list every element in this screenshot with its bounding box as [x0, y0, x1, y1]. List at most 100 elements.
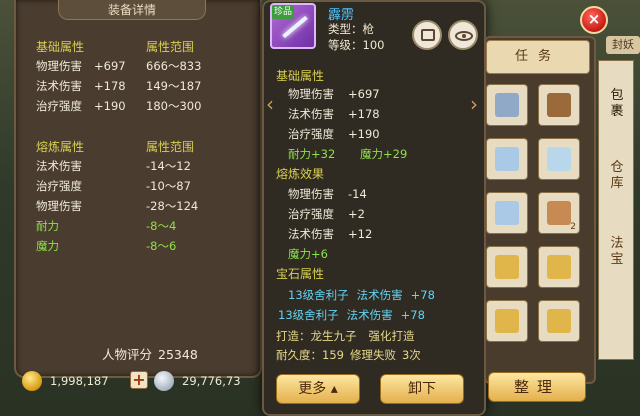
attr-range: -10～87	[146, 179, 191, 193]
tab-tasks[interactable]: 任务	[486, 40, 590, 74]
attr-range: -8～6	[146, 239, 177, 253]
basic-attr-header: 基础属性	[36, 40, 85, 54]
durability: 耐久度：159	[276, 348, 344, 362]
attr-name: 物理伤害	[288, 87, 334, 101]
gem-attr-header: 宝石属性	[276, 267, 325, 281]
sort-button[interactable]: 整理	[488, 372, 586, 402]
basic-attr-row: 法术伤害 +178	[288, 105, 380, 123]
attr-range-header: 属性范围	[146, 40, 195, 54]
corner-tag: 封妖	[606, 36, 640, 54]
basic-attr-row: 法术伤害 +178 149～187	[36, 77, 236, 95]
refine-attr-row: 物理伤害 -28～124	[36, 197, 236, 215]
bag-slot[interactable]	[486, 246, 528, 288]
bag-slot[interactable]	[486, 192, 528, 234]
bag-slot[interactable]	[538, 138, 580, 180]
gem-name: 13级舍利子	[288, 288, 349, 302]
item-level: 等级：100	[328, 38, 385, 52]
refine-row: 治疗强度 +2	[288, 205, 365, 223]
attr-range: 180～300	[146, 99, 202, 113]
attr-value: +2	[348, 207, 365, 221]
eye-icon	[455, 31, 473, 41]
attr-value: +190	[348, 127, 380, 141]
gem-value: +78	[400, 308, 425, 322]
bag-slot[interactable]	[486, 84, 528, 126]
attr-name: 法术伤害	[288, 107, 334, 121]
next-item-arrow-icon[interactable]: ›	[470, 92, 478, 116]
silver-amount: 29,776,73	[182, 374, 241, 388]
bag-slot[interactable]	[538, 246, 580, 288]
tab-warehouse[interactable]: 仓库	[604, 160, 630, 192]
basic-attr-row: 物理伤害 +697 666～833	[36, 57, 236, 75]
attr-range: -8～4	[146, 219, 177, 233]
refine-effect-header: 熔炼效果	[276, 167, 325, 181]
gem-stat: 法术伤害	[356, 288, 403, 302]
bag-slot[interactable]	[538, 300, 580, 342]
refine-attr-row: 耐力 -8～4	[36, 217, 236, 235]
score-label: 人物评分	[102, 347, 153, 362]
share-button[interactable]	[412, 20, 442, 50]
attr-value: +178	[348, 107, 380, 121]
forge-label: 打造：	[276, 329, 311, 343]
basic-attr-row: 治疗强度 +190	[288, 125, 380, 143]
attr-name: 治疗强度	[36, 99, 82, 113]
add-gold-button[interactable]: +	[130, 371, 148, 389]
attr-name: 法术伤害	[36, 79, 82, 93]
attr-name: 治疗强度	[288, 127, 334, 141]
item-type: 类型：枪	[328, 22, 374, 36]
chevron-up-icon: ▴	[326, 381, 338, 397]
basic-attr-row: 物理伤害 +697	[288, 85, 380, 103]
attr-value: +190	[94, 99, 126, 113]
panel-title: 装备详情	[58, 0, 206, 20]
mana-bonus: 魔力+29	[360, 147, 408, 161]
attr-name: 法术伤害	[36, 159, 82, 173]
forge-row: 打造：龙生九子 强化打造	[276, 327, 415, 345]
bag-slot[interactable]	[486, 300, 528, 342]
basic-attr-row: 治疗强度 +190 180～300	[36, 97, 236, 115]
bag-slot[interactable]: 2	[538, 192, 580, 234]
tab-bag[interactable]: 包裹	[604, 88, 630, 120]
gold-coin-icon	[22, 371, 42, 391]
attr-range: 149～187	[146, 79, 202, 93]
gold-amount: 1,998,187	[50, 374, 109, 388]
bag-slot[interactable]	[486, 138, 528, 180]
preview-button[interactable]	[448, 20, 478, 50]
durability-row: 耐久度：159 修理失败 3次	[276, 346, 421, 364]
attr-range: -28～124	[146, 199, 199, 213]
attr-range: 666～833	[146, 59, 202, 73]
attr-name: 治疗强度	[288, 207, 334, 221]
unequip-button[interactable]: 卸下	[380, 374, 464, 404]
refine-attr-row: 魔力 -8～6	[36, 237, 236, 255]
refine-mana-row: 魔力+6	[288, 247, 328, 261]
close-icon: ×	[587, 10, 601, 28]
attr-name: 魔力	[36, 239, 59, 253]
stamina-bonus: 耐力+32	[288, 147, 336, 161]
refine-attr-header: 熔炼属性	[36, 140, 85, 154]
character-score: 人物评分 25348	[102, 344, 198, 363]
refine-range-header: 属性范围	[146, 140, 195, 154]
repair-fail-label: 修理失败	[349, 348, 396, 362]
close-button[interactable]: ×	[580, 6, 608, 34]
gem-row: 13级舍利子 法术伤害 +78	[278, 306, 433, 324]
refine-row: 法术伤害 +12	[288, 225, 372, 243]
more-button[interactable]: 更多 ▴	[276, 374, 360, 404]
attr-name: 物理伤害	[36, 59, 82, 73]
prev-item-arrow-icon[interactable]: ‹	[266, 92, 274, 116]
tab-treasure[interactable]: 法宝	[604, 236, 630, 268]
attr-name: 物理伤害	[288, 187, 334, 201]
bag-slot[interactable]	[538, 84, 580, 126]
gem-name: 13级舍利子	[278, 308, 339, 322]
score-value: 25348	[158, 347, 198, 362]
forge-type: 强化打造	[368, 329, 415, 343]
attr-range: -14～12	[146, 159, 191, 173]
attr-value: +697	[348, 87, 380, 101]
more-label: 更多	[298, 381, 327, 397]
attr-name: 物理伤害	[36, 199, 82, 213]
attr-name: 法术伤害	[288, 227, 334, 241]
forge-by: 龙生九子	[310, 329, 357, 343]
silver-coin-icon	[154, 371, 174, 391]
gem-row: 13级舍利子 法术伤害 +78	[288, 286, 443, 304]
slot-count: 2	[570, 222, 576, 232]
refine-row: 物理伤害 -14	[288, 185, 367, 203]
attr-value: +697	[94, 59, 126, 73]
refine-attr-row: 治疗强度 -10～87	[36, 177, 236, 195]
